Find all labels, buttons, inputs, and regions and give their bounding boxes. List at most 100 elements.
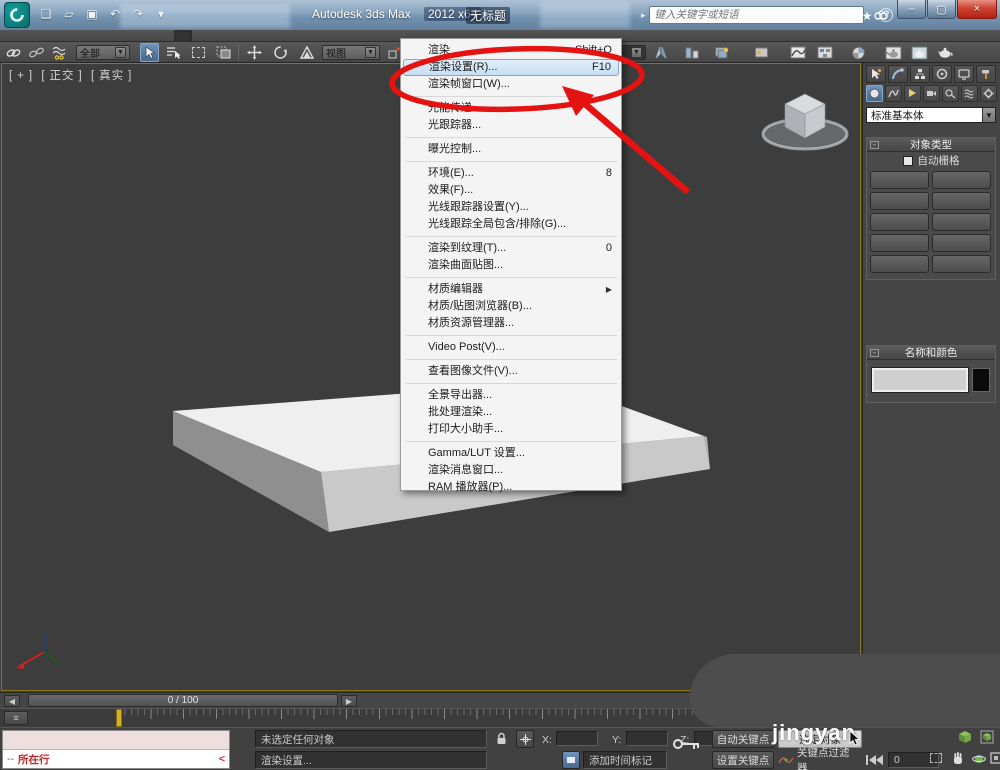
menu-bar-item[interactable] [84, 30, 102, 42]
object-type-button[interactable] [932, 255, 991, 273]
select-and-scale-icon[interactable] [297, 43, 316, 62]
previous-frame-icon[interactable]: ◀ [4, 695, 20, 707]
render-menu-item[interactable] [401, 438, 621, 445]
dropdown-caret-icon[interactable]: ▼ [365, 47, 376, 58]
undo-icon[interactable]: ↶ [105, 5, 125, 23]
search-expand-icon[interactable]: ▸ [641, 10, 646, 21]
render-menu-item[interactable]: 渲染 Shift+Q ▶ [401, 42, 621, 59]
render-menu-item[interactable]: 渲染到纹理(T)... 0 ▶ [401, 240, 621, 257]
menu-bar-item[interactable] [228, 30, 246, 42]
render-menu-item[interactable] [401, 332, 621, 339]
menu-bar-item[interactable] [174, 30, 192, 42]
render-menu-item[interactable] [401, 274, 621, 281]
align-icon[interactable] [682, 43, 701, 62]
primitive-category-dropdown[interactable]: 标准基本体 ▼ [866, 107, 996, 123]
current-frame-marker[interactable] [116, 709, 122, 727]
geometry-category-icon[interactable] [866, 85, 883, 102]
render-menu-item[interactable]: 效果(F)... ▶ [401, 182, 621, 199]
name-color-rollout-header[interactable]: - 名称和颜色 [867, 346, 995, 360]
zoom-extents-icon[interactable] [958, 730, 972, 744]
render-menu-item[interactable] [401, 233, 621, 240]
space-warps-category-icon[interactable] [961, 85, 978, 102]
viewcube[interactable] [757, 82, 857, 162]
render-menu-item[interactable]: Video Post(V)... ▶ [401, 339, 621, 356]
listener-script-pane[interactable]: -- 所在行 < [3, 750, 229, 768]
bind-to-space-warp-icon[interactable] [50, 43, 69, 62]
object-type-button[interactable] [870, 192, 929, 210]
render-menu-item[interactable]: 全景导出器... ▶ [401, 387, 621, 404]
helpers-category-icon[interactable] [942, 85, 959, 102]
render-menu-item[interactable]: 光线跟踪器设置(Y)... ▶ [401, 199, 621, 216]
utilities-tab-icon[interactable] [976, 65, 996, 83]
render-menu-item[interactable]: 光跟踪器... ▶ [401, 117, 621, 134]
render-menu-item[interactable]: 打印大小助手... ▶ [401, 421, 621, 438]
object-type-button[interactable] [870, 234, 929, 252]
zoom-extents-all-icon[interactable] [980, 730, 994, 744]
object-type-rollout-header[interactable]: - 对象类型 [867, 138, 995, 152]
unlink-selection-icon[interactable] [27, 43, 46, 62]
x-coord-field[interactable] [556, 731, 598, 746]
mirror-icon[interactable] [651, 43, 670, 62]
material-editor-icon[interactable] [849, 43, 868, 62]
object-type-button[interactable] [932, 234, 991, 252]
dropdown-caret-icon[interactable]: ▼ [115, 47, 126, 58]
select-object-icon[interactable] [140, 43, 159, 62]
render-setup-icon[interactable] [884, 43, 903, 62]
render-menu-item[interactable]: RAM 播放器(P)... ▶ [401, 479, 621, 496]
selection-lock-icon[interactable] [496, 732, 507, 745]
y-coord-field[interactable] [626, 731, 668, 746]
menu-bar-item[interactable] [210, 30, 228, 42]
maximize-button[interactable]: ▢ [927, 0, 956, 19]
time-tag-icon[interactable] [562, 751, 580, 769]
schematic-view-icon[interactable] [815, 43, 834, 62]
select-by-name-icon[interactable] [164, 43, 183, 62]
zoom-region-icon[interactable] [930, 753, 942, 763]
set-key-curve-icon[interactable] [778, 753, 794, 766]
window-crossing-icon[interactable] [214, 43, 233, 62]
render-menu-item[interactable] [401, 356, 621, 363]
render-menu-item[interactable] [401, 93, 621, 100]
maxscript-mini-listener[interactable]: -- 所在行 < [2, 730, 230, 769]
render-menu-item[interactable]: 材质资源管理器... ▶ [401, 315, 621, 332]
menu-bar-item[interactable] [102, 30, 120, 42]
menu-bar-item[interactable] [192, 30, 210, 42]
systems-category-icon[interactable] [980, 85, 997, 102]
render-menu-item[interactable]: 渲染曲面贴图... ▶ [401, 257, 621, 274]
select-and-rotate-icon[interactable] [271, 43, 290, 62]
set-key-button[interactable]: 设置关键点 [712, 751, 774, 769]
subscription-wrench-icon[interactable] [819, 8, 837, 23]
render-menu-item[interactable] [401, 158, 621, 165]
hierarchy-tab-icon[interactable] [910, 65, 930, 83]
render-menu-item[interactable]: 曝光控制... ▶ [401, 141, 621, 158]
favorites-star-icon[interactable]: ★ [858, 8, 876, 23]
object-name-field[interactable] [872, 368, 968, 392]
render-menu-item[interactable] [401, 134, 621, 141]
lights-category-icon[interactable] [904, 85, 921, 102]
render-production-icon[interactable] [936, 43, 955, 62]
dropdown-caret-icon[interactable]: ▼ [631, 47, 642, 58]
dropdown-caret-icon[interactable]: ▼ [982, 108, 995, 122]
menu-bar-item[interactable] [156, 30, 174, 42]
next-frame-icon[interactable]: ▶ [341, 695, 357, 707]
motion-tab-icon[interactable] [932, 65, 952, 83]
collapse-icon[interactable]: - [870, 349, 879, 357]
absolute-mode-icon[interactable] [516, 730, 534, 748]
new-file-icon[interactable]: ❏ [36, 5, 56, 23]
auto-key-button[interactable]: 自动关键点 [712, 730, 774, 748]
render-menu-item[interactable] [401, 380, 621, 387]
curve-editor-icon[interactable] [788, 43, 807, 62]
object-type-button[interactable] [932, 192, 991, 210]
help-icon[interactable]: ? [879, 8, 893, 22]
render-menu-item[interactable]: 材质编辑器 ▶ [401, 281, 621, 298]
object-type-button[interactable] [870, 213, 929, 231]
render-menu-item[interactable]: 环境(E)... 8 ▶ [401, 165, 621, 182]
menu-bar-item[interactable] [30, 30, 48, 42]
add-time-tag-field[interactable]: 添加时间标记 [583, 751, 667, 769]
go-to-start-icon[interactable] [866, 755, 884, 765]
rectangular-selection-region-icon[interactable] [189, 43, 208, 62]
display-tab-icon[interactable] [954, 65, 974, 83]
select-and-link-icon[interactable] [4, 43, 23, 62]
listener-expand-icon[interactable]: < [219, 753, 225, 765]
key-filters-button[interactable]: 关键点过滤器... [797, 751, 863, 769]
render-menu-item[interactable]: 渲染消息窗口... ▶ [401, 462, 621, 479]
